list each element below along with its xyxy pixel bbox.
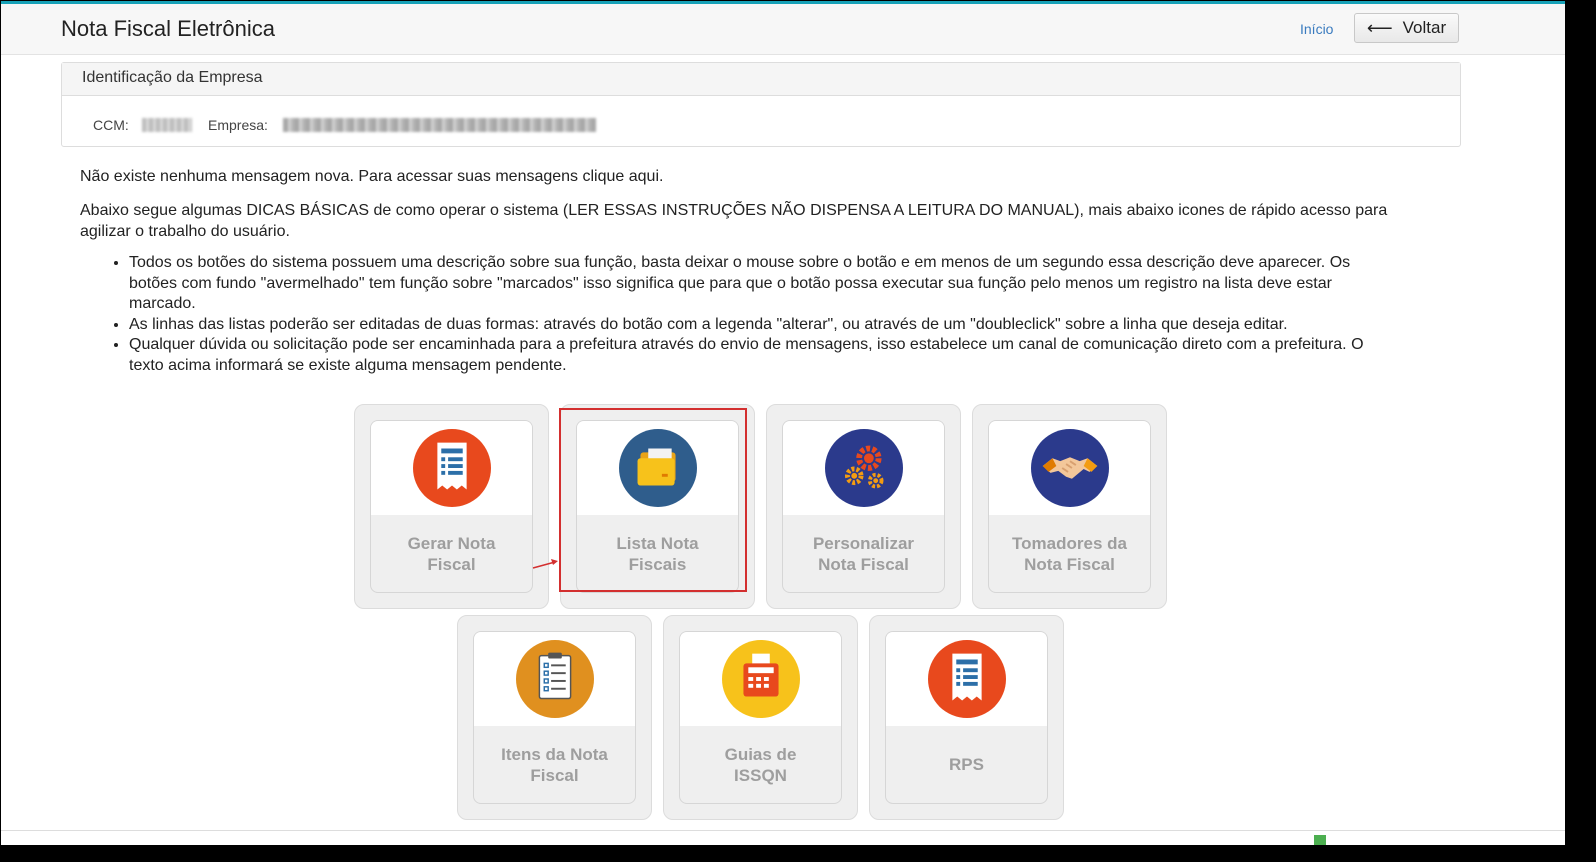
handshake-icon [1030,429,1109,507]
tip-item: As linhas das listas poderão ser editada… [129,315,1389,336]
back-button[interactable]: ⟵ Voltar [1354,13,1459,43]
tile-card: Itens da Nota Fiscal [473,631,636,804]
tile-guias-issqn[interactable]: Guias de ISSQN [663,615,858,820]
app-window: Nota Fiscal Eletrônica Início ⟵ Voltar I… [1,1,1565,845]
tile-label: RPS [949,755,984,774]
ccm-label: CCM: [93,117,129,133]
tile-card: Tomadores da Nota Fiscal [988,420,1151,593]
tile-lista-nota-fiscais[interactable]: Lista Nota Fiscais [560,404,755,609]
tile-card: Personalizar Nota Fiscal [782,420,945,593]
tip-item: Qualquer dúvida ou solicitação pode ser … [129,335,1389,376]
tile-card: Gerar Nota Fiscal [370,420,533,593]
ccm-value-redacted [142,118,192,132]
receipt-icon [412,429,491,507]
tile-card: RPS [885,631,1048,804]
status-indicator [1314,835,1326,845]
tile-label: Guias de ISSQN [724,744,797,785]
page-title: Nota Fiscal Eletrônica [61,16,275,41]
tile-label: Tomadores da Nota Fiscal [1012,533,1127,574]
tile-label: Personalizar Nota Fiscal [812,533,915,574]
empresa-label: Empresa: [208,117,268,133]
company-panel: Identificação da Empresa CCM: Empresa: [61,62,1461,147]
tile-gerar-nota-fiscal[interactable]: Gerar Nota Fiscal [354,404,549,609]
back-button-label: Voltar [1402,18,1447,37]
inicio-link[interactable]: Início [1300,21,1333,37]
company-panel-body: CCM: Empresa: [62,96,1460,146]
tile-rps[interactable]: RPS [869,615,1064,820]
empresa-value-redacted [283,118,596,132]
tile-tomadores-nota-fiscal[interactable]: Tomadores da Nota Fiscal [972,404,1167,609]
receipt-icon [927,640,1006,718]
tile-card: Guias de ISSQN [679,631,842,804]
tip-item: Todos os botões do sistema possuem uma d… [129,253,1389,315]
tile-card: Lista Nota Fiscais [576,420,739,593]
folder-icon [618,429,697,507]
top-bar: Nota Fiscal Eletrônica Início ⟵ Voltar [1,4,1565,55]
arrow-pointer-icon [532,559,558,569]
tile-label: Itens da Nota Fiscal [501,744,608,785]
tile-label: Lista Nota Fiscais [616,533,699,574]
tile-label: Gerar Nota Fiscal [407,533,496,574]
clipboard-icon [515,640,594,718]
intro-text: Abaixo segue algumas DICAS BÁSICAS de co… [80,202,1388,240]
tile-personalizar-nota-fiscal[interactable]: Personalizar Nota Fiscal [766,404,961,609]
cash-register-icon [721,640,800,718]
footer-divider [1,830,1565,831]
tile-itens-nota-fiscal[interactable]: Itens da Nota Fiscal [457,615,652,820]
gears-icon [824,429,903,507]
arrow-left-icon: ⟵ [1366,18,1393,38]
tips-list: Todos os botões do sistema possuem uma d… [107,253,1389,376]
messages-notice[interactable]: Não existe nenhuma mensagem nova. Para a… [80,168,663,186]
company-panel-title: Identificação da Empresa [62,63,1460,96]
